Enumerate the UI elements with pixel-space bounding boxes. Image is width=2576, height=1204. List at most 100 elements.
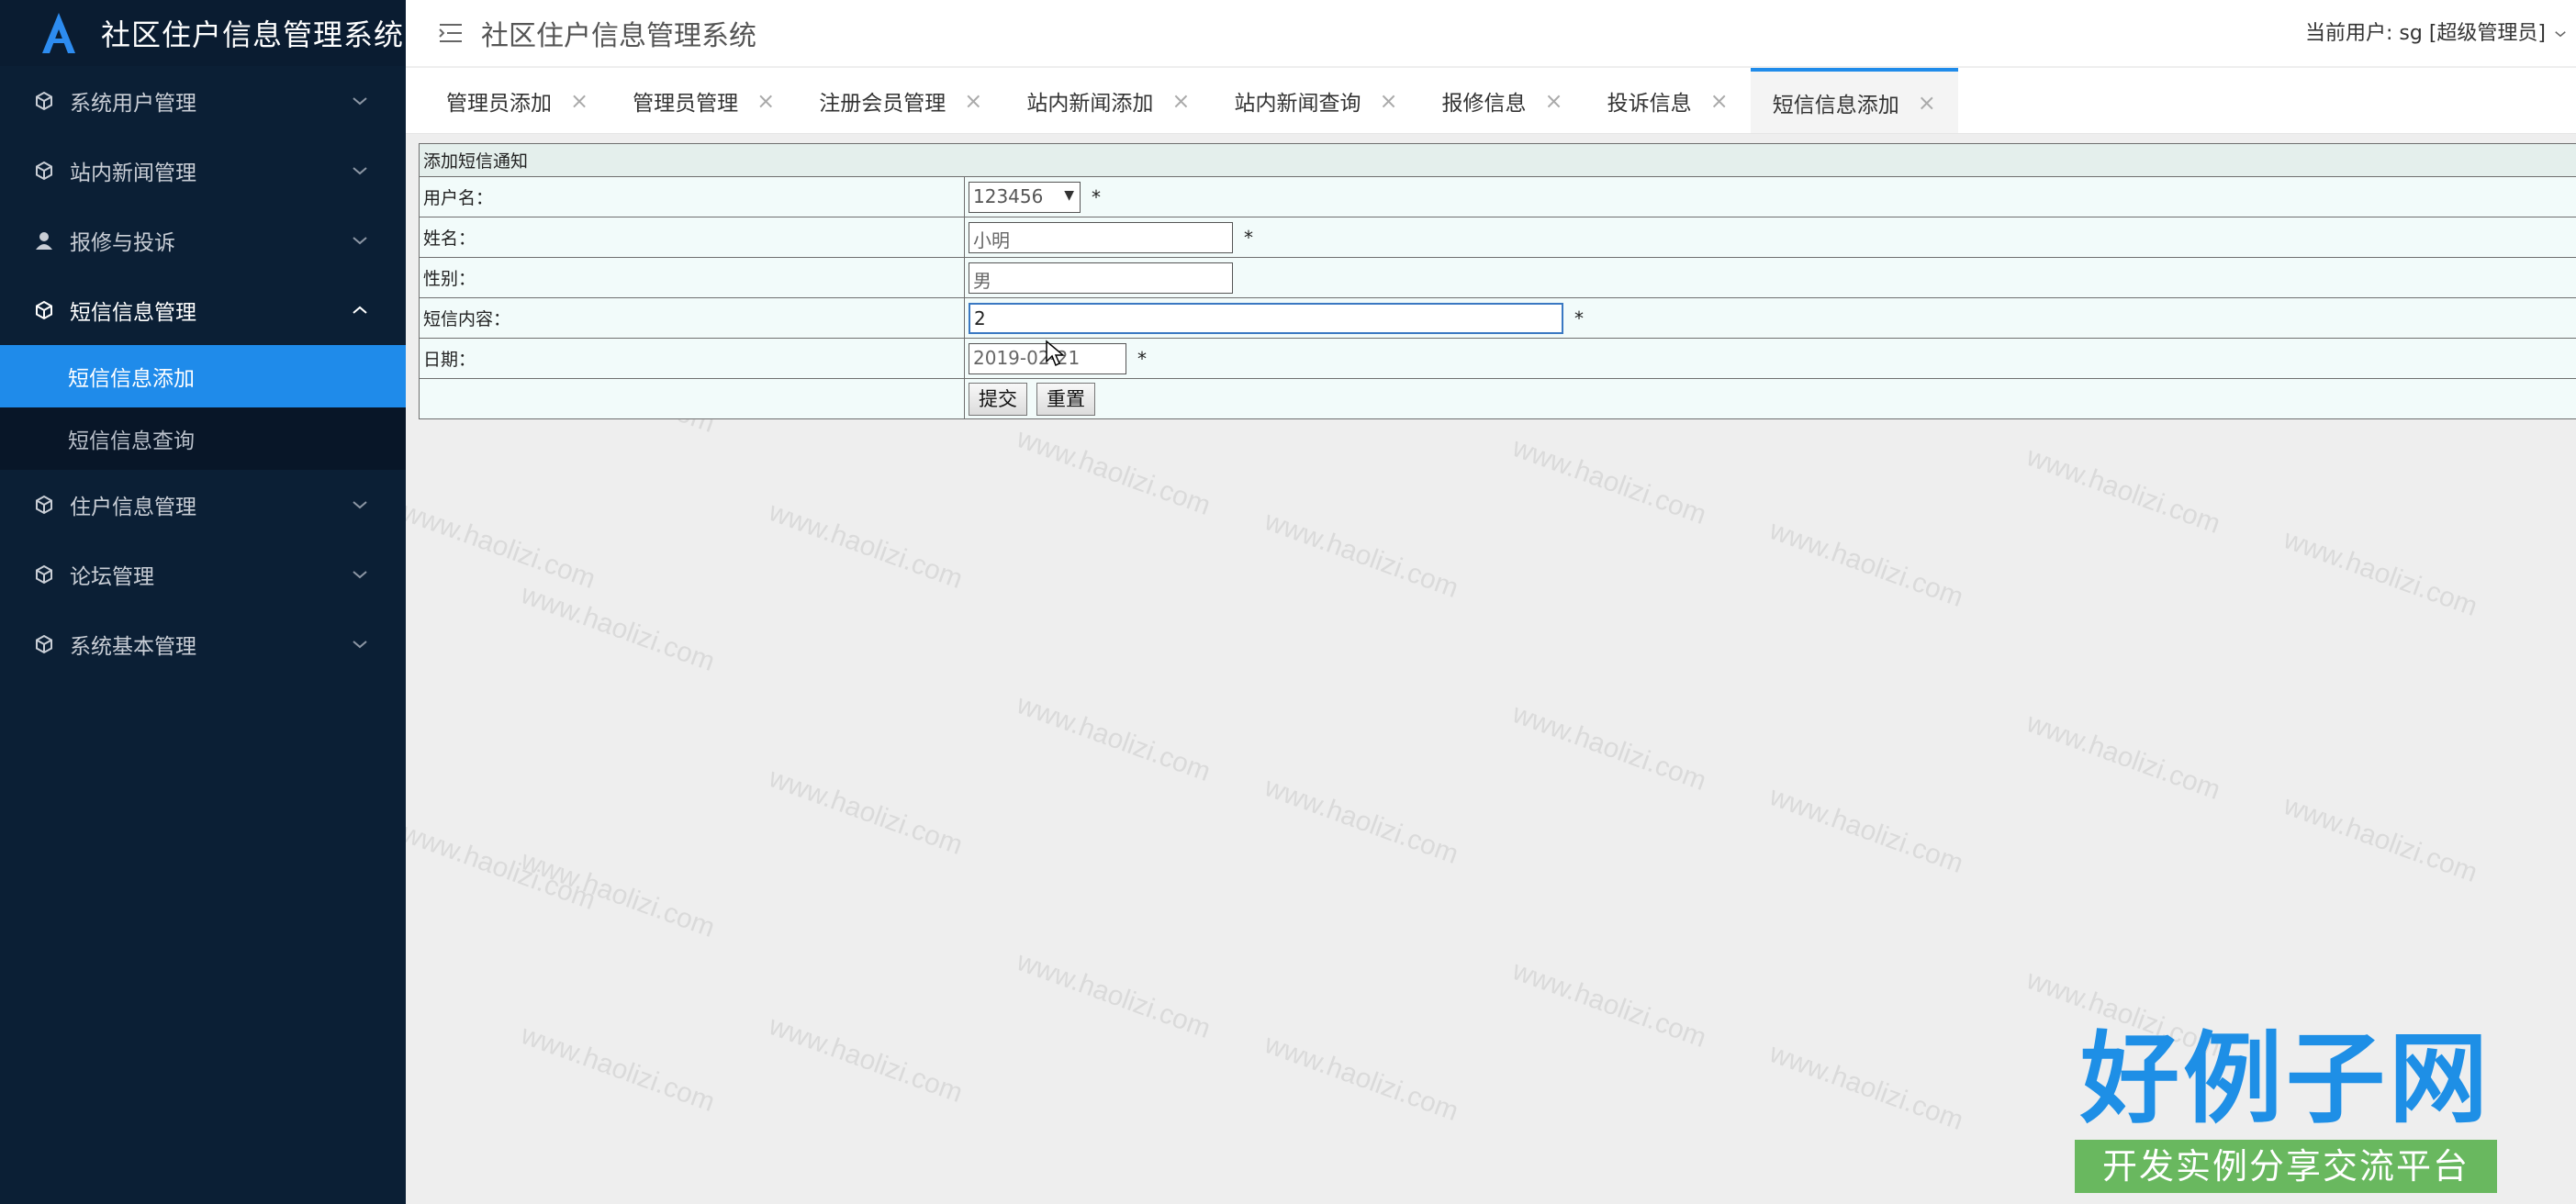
cube-icon bbox=[31, 631, 57, 657]
form-row-content: 短信内容： 2 * bbox=[419, 297, 2576, 339]
dropdown-arrow-icon: ▼ bbox=[1064, 187, 1074, 203]
watermark-text: www.haolizi.com bbox=[1508, 955, 1710, 1054]
brand: 社区住户信息管理系统 bbox=[0, 0, 406, 66]
content-label: 短信内容： bbox=[419, 297, 965, 339]
tab-label: 站内新闻添加 bbox=[1026, 91, 1154, 116]
sidebar-subitem-sms-add[interactable]: 短信信息添加 bbox=[0, 345, 406, 407]
watermark-text: www.haolizi.com bbox=[1508, 698, 1710, 797]
watermark-text: www.haolizi.com bbox=[2022, 708, 2224, 806]
close-icon[interactable]: × bbox=[1918, 90, 1936, 116]
tab-label: 注册会员管理 bbox=[819, 91, 946, 116]
watermark-text: www.haolizi.com bbox=[1260, 1029, 1462, 1127]
sidebar-item-system-users[interactable]: 系统用户管理 bbox=[0, 66, 406, 136]
watermark-text: www.haolizi.com bbox=[517, 1020, 719, 1118]
watermark-text: www.haolizi.com bbox=[765, 496, 967, 595]
cube-icon bbox=[31, 297, 57, 323]
watermark-text: www.haolizi.com bbox=[2022, 441, 2224, 540]
name-field[interactable]: 小明 bbox=[969, 221, 1233, 253]
tab-sms-add[interactable]: 短信信息添加 × bbox=[1750, 68, 1958, 133]
tab-news-query[interactable]: 站内新闻查询 × bbox=[1212, 68, 1419, 133]
sidebar-item-forum[interactable]: 论坛管理 bbox=[0, 540, 406, 609]
chevron-down-icon bbox=[353, 641, 367, 649]
sidebar-item-repair-complaint[interactable]: 报修与投诉 bbox=[0, 206, 406, 275]
sidebar-item-system-basic[interactable]: 系统基本管理 bbox=[0, 609, 406, 679]
form-row-name: 姓名： 小明 * bbox=[419, 217, 2576, 258]
form-heading: 添加短信通知 bbox=[419, 143, 2576, 177]
chevron-down-icon bbox=[353, 501, 367, 509]
cube-icon bbox=[31, 88, 57, 114]
form-row-username: 用户名： 123456 ▼ * bbox=[419, 176, 2576, 217]
mouse-cursor-icon bbox=[1046, 340, 1065, 367]
username-select-value: 123456 bbox=[973, 184, 1044, 207]
tab-label: 管理员添加 bbox=[446, 91, 552, 116]
current-user-menu[interactable]: 当前用户: sg [超级管理员] bbox=[2305, 17, 2569, 46]
sidebar-subitem-sms-query[interactable]: 短信信息查询 bbox=[0, 407, 406, 470]
close-icon[interactable]: × bbox=[756, 88, 775, 114]
tab-news-add[interactable]: 站内新闻添加 × bbox=[1004, 68, 1212, 133]
form-row-actions: 提交 重置 bbox=[419, 378, 2576, 419]
header-title: 社区住户信息管理系统 bbox=[481, 20, 756, 52]
sms-add-form: 添加短信通知 用户名： 123456 ▼ * 姓名： 小明 * 性别： 男 短信… bbox=[419, 143, 2576, 419]
chevron-down-icon bbox=[353, 167, 367, 175]
close-icon[interactable]: × bbox=[1171, 88, 1190, 114]
close-icon[interactable]: × bbox=[570, 88, 588, 114]
watermark-text: www.haolizi.com bbox=[1013, 946, 1215, 1044]
watermark-text: www.haolizi.com bbox=[1765, 1038, 1967, 1136]
username-label: 用户名： bbox=[419, 176, 965, 217]
menu-fold-icon[interactable] bbox=[437, 19, 465, 47]
tab-complaint-info[interactable]: 投诉信息 × bbox=[1585, 68, 1751, 133]
reset-button[interactable]: 重置 bbox=[1036, 382, 1096, 416]
sidebar-item-sms[interactable]: 短信信息管理 bbox=[0, 275, 406, 345]
required-mark: * bbox=[1244, 226, 1254, 249]
sidebar: 社区住户信息管理系统 系统用户管理 站内新闻管理 报修与投诉 短信信息管理 短信… bbox=[0, 0, 406, 1204]
close-icon[interactable]: × bbox=[964, 88, 982, 114]
close-icon[interactable]: × bbox=[1379, 88, 1397, 114]
tab-label: 管理员管理 bbox=[633, 91, 739, 116]
chevron-down-icon bbox=[2555, 31, 2566, 38]
watermark-text: www.haolizi.com bbox=[1765, 515, 1967, 613]
tab-admin-manage[interactable]: 管理员管理 × bbox=[610, 68, 797, 133]
tab-member-manage[interactable]: 注册会员管理 × bbox=[797, 68, 1004, 133]
username-select[interactable]: 123456 ▼ bbox=[969, 181, 1081, 213]
content-field[interactable]: 2 bbox=[969, 302, 1563, 334]
sidebar-item-label: 系统基本管理 bbox=[70, 635, 196, 659]
watermark-text: www.haolizi.com bbox=[1260, 506, 1462, 604]
sidebar-item-label: 论坛管理 bbox=[70, 565, 154, 589]
close-icon[interactable]: × bbox=[1710, 88, 1729, 114]
form-row-sex: 性别： 男 bbox=[419, 257, 2576, 298]
watermark-text: www.haolizi.com bbox=[1013, 423, 1215, 521]
required-mark: * bbox=[1137, 347, 1148, 370]
sex-field[interactable]: 男 bbox=[969, 262, 1233, 294]
tab-admin-add[interactable]: 管理员添加 × bbox=[424, 68, 610, 133]
sidebar-item-site-news[interactable]: 站内新闻管理 bbox=[0, 136, 406, 206]
submit-button[interactable]: 提交 bbox=[969, 382, 1027, 416]
watermark-text: www.haolizi.com bbox=[406, 496, 599, 595]
watermark-text: www.haolizi.com bbox=[2279, 790, 2481, 888]
corner-logo-slogan: 开发实例分享交流平台 bbox=[2075, 1140, 2497, 1193]
current-user-label: 当前用户: sg [超级管理员] bbox=[2305, 22, 2546, 45]
cube-icon bbox=[31, 158, 57, 184]
corner-brand-logo: 好例子网 开发实例分享交流平台 bbox=[2075, 1020, 2497, 1195]
cube-icon bbox=[31, 492, 57, 518]
sidebar-submenu: 短信信息添加 短信信息查询 bbox=[0, 345, 406, 470]
watermark-text: www.haolizi.com bbox=[765, 1010, 967, 1109]
close-icon[interactable]: × bbox=[1545, 88, 1563, 114]
chevron-down-icon bbox=[353, 571, 367, 579]
app-logo-icon bbox=[33, 7, 84, 59]
date-label: 日期： bbox=[419, 338, 965, 379]
corner-logo-title: 好例子网 bbox=[2079, 1022, 2492, 1137]
tab-repair-info[interactable]: 报修信息 × bbox=[1420, 68, 1585, 133]
top-header: 社区住户信息管理系统 当前用户: sg [超级管理员] bbox=[406, 0, 2576, 66]
required-mark: * bbox=[1574, 307, 1585, 329]
watermark-text: www.haolizi.com bbox=[1765, 781, 1967, 879]
sidebar-item-label: 站内新闻管理 bbox=[70, 162, 196, 185]
tab-label: 投诉信息 bbox=[1607, 91, 1692, 116]
watermark-text: www.haolizi.com bbox=[1013, 689, 1215, 787]
user-icon bbox=[31, 228, 57, 253]
watermark-text: www.haolizi.com bbox=[406, 818, 599, 916]
watermark-text: www.haolizi.com bbox=[1260, 772, 1462, 870]
sidebar-item-label: 报修与投诉 bbox=[70, 231, 175, 255]
tab-label: 短信信息添加 bbox=[1772, 93, 1899, 117]
sidebar-item-residents[interactable]: 住户信息管理 bbox=[0, 470, 406, 540]
sidebar-item-label: 住户信息管理 bbox=[70, 496, 196, 519]
